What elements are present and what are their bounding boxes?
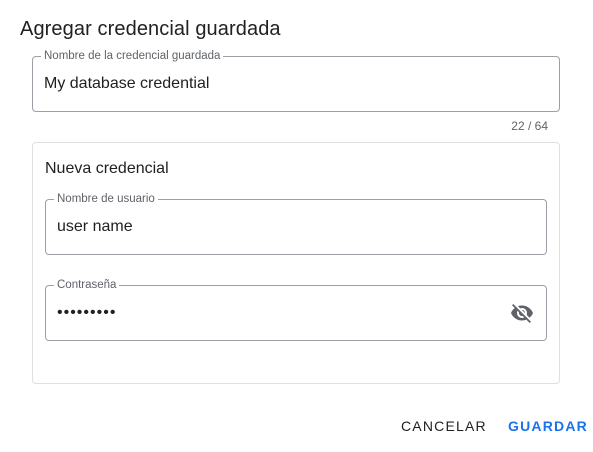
password-label: Contraseña bbox=[54, 278, 120, 292]
password-field[interactable]: Contraseña ••••••••• bbox=[45, 278, 547, 341]
credential-name-field[interactable]: Nombre de la credencial guardada My data… bbox=[32, 49, 560, 112]
eye-off-icon bbox=[510, 301, 534, 325]
username-field[interactable]: Nombre de usuario user name bbox=[45, 192, 547, 255]
username-label: Nombre de usuario bbox=[54, 192, 158, 206]
new-credential-title: Nueva credencial bbox=[45, 160, 169, 177]
cancel-button[interactable]: CANCELAR bbox=[401, 418, 487, 434]
add-saved-credential-dialog: Agregar credencial guardada Nombre de la… bbox=[0, 0, 593, 452]
credential-name-label: Nombre de la credencial guardada bbox=[41, 49, 224, 63]
new-credential-card: Nueva credencial Nombre de usuario user … bbox=[32, 142, 560, 384]
character-counter: 22 / 64 bbox=[511, 119, 548, 133]
dialog-title: Agregar credencial guardada bbox=[20, 18, 281, 40]
toggle-password-visibility-button[interactable] bbox=[508, 299, 536, 327]
credential-name-input[interactable]: My database credential bbox=[44, 75, 548, 93]
save-button[interactable]: GUARDAR bbox=[508, 418, 588, 434]
password-input[interactable]: ••••••••• bbox=[57, 304, 496, 322]
username-input[interactable]: user name bbox=[57, 218, 535, 236]
